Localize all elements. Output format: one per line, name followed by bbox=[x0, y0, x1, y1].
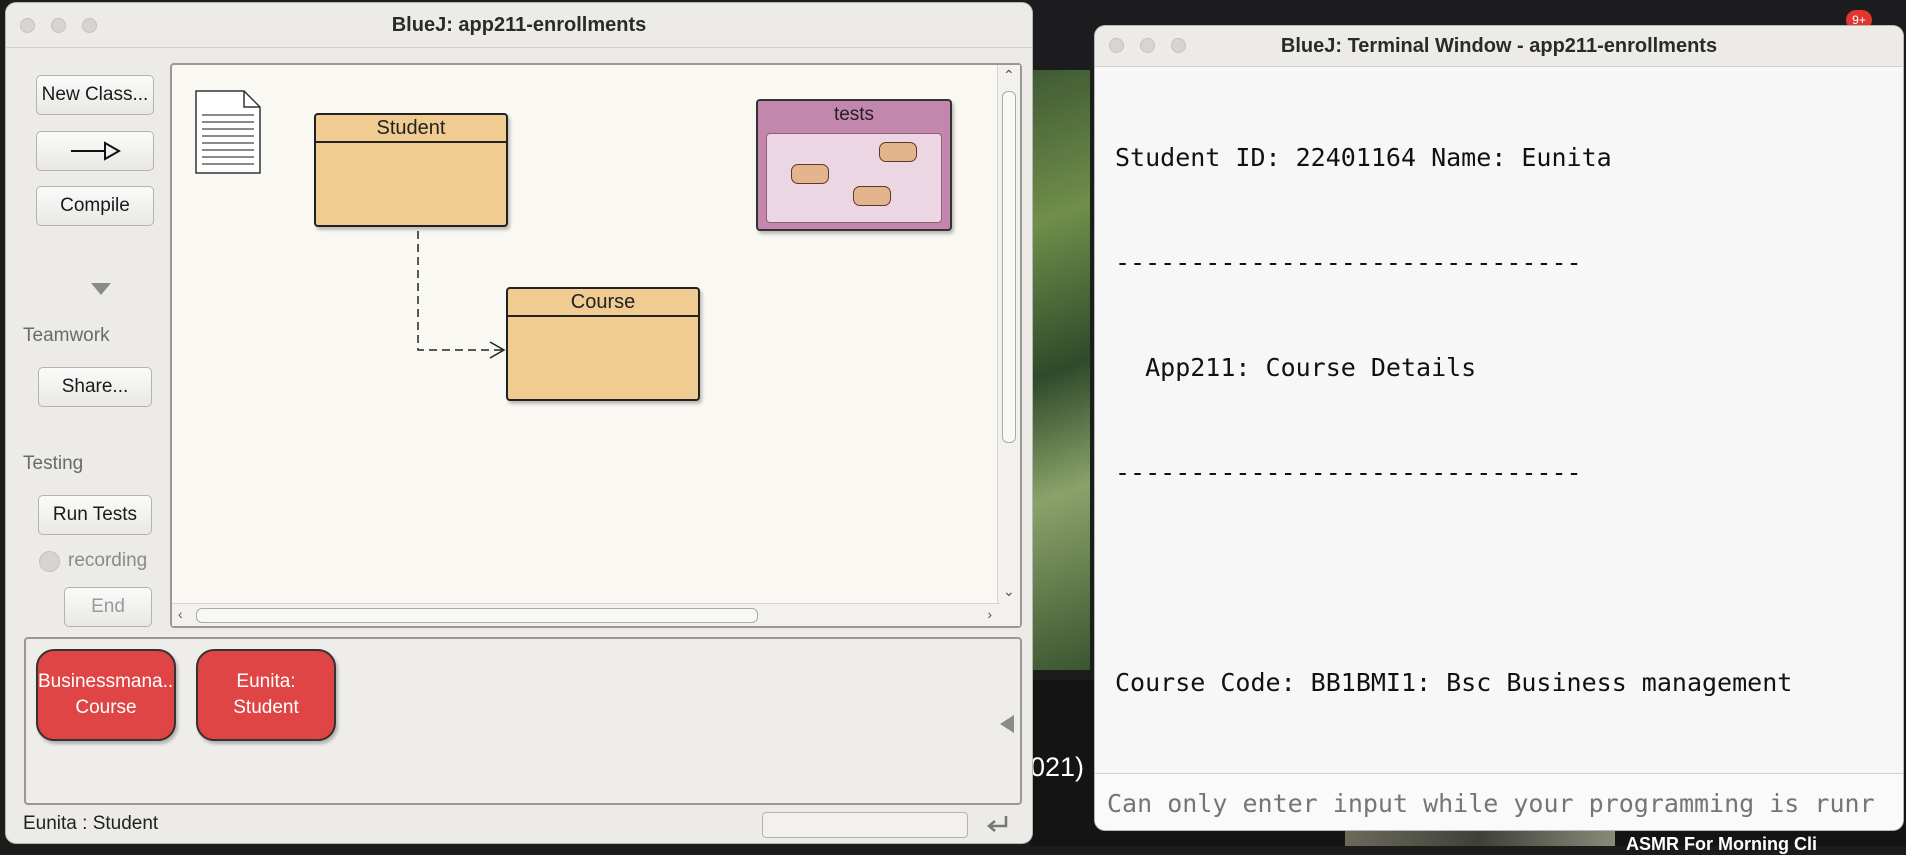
class-course[interactable]: Course bbox=[506, 287, 700, 401]
end-button[interactable]: End bbox=[64, 587, 152, 627]
bench-collapse-icon[interactable] bbox=[1000, 715, 1014, 733]
object-type: Course bbox=[75, 697, 137, 718]
scroll-left-icon[interactable]: ‹ bbox=[178, 606, 183, 622]
status-progress-field bbox=[762, 812, 968, 838]
collapse-triangle-icon[interactable] bbox=[91, 283, 111, 297]
main-titlebar: BlueJ: app211-enrollments bbox=[6, 3, 1032, 48]
object-bench[interactable]: Businessmana... Course Eunita: Student bbox=[24, 637, 1022, 805]
new-class-button[interactable]: New Class... bbox=[36, 75, 154, 115]
status-bar-text: Eunita : Student bbox=[23, 813, 159, 834]
scroll-right-icon[interactable]: › bbox=[987, 606, 992, 622]
package-tests-name: tests bbox=[833, 104, 875, 125]
class-student-name: Student bbox=[316, 115, 506, 143]
horizontal-scroll-thumb[interactable] bbox=[196, 608, 758, 623]
recording-label: recording bbox=[68, 550, 148, 571]
inheritance-arrow-icon bbox=[71, 141, 122, 161]
terminal-output: Student ID: 22401164 Name: Eunita ------… bbox=[1115, 70, 1893, 770]
object-businessmanagement-course[interactable]: Businessmana... Course bbox=[36, 649, 176, 741]
new-arrow-button[interactable] bbox=[36, 131, 154, 171]
terminal-titlebar: BlueJ: Terminal Window - app211-enrollme… bbox=[1095, 26, 1903, 67]
window-title: BlueJ: app211-enrollments bbox=[391, 14, 647, 36]
terminal-input[interactable] bbox=[1105, 784, 1889, 822]
scroll-up-icon[interactable]: ⌃ bbox=[1003, 67, 1015, 84]
run-tests-button[interactable]: Run Tests bbox=[38, 495, 152, 535]
recording-indicator bbox=[39, 551, 60, 572]
package-class-icon bbox=[853, 186, 891, 206]
package-tests-contents bbox=[766, 133, 942, 223]
bluej-main-window: BlueJ: app211-enrollments New Class... C… bbox=[6, 3, 1032, 843]
object-name: Businessmana... bbox=[38, 671, 174, 692]
object-type: Student bbox=[233, 697, 299, 718]
teamwork-label: Teamwork bbox=[23, 325, 110, 346]
package-tests[interactable]: tests bbox=[756, 99, 952, 231]
terminal-line: ------------------------------- bbox=[1115, 248, 1582, 277]
share-button[interactable]: Share... bbox=[38, 367, 152, 407]
testing-label: Testing bbox=[23, 453, 84, 474]
terminal-title: BlueJ: Terminal Window - app211-enrollme… bbox=[1280, 35, 1718, 57]
terminal-line: Student ID: 22401164 Name: Eunita bbox=[1115, 143, 1612, 172]
diagram-horizontal-scrollbar[interactable]: ‹ › bbox=[172, 603, 1000, 626]
vertical-scroll-thumb[interactable] bbox=[1002, 91, 1016, 443]
package-class-icon bbox=[879, 142, 917, 162]
package-class-icon bbox=[791, 164, 829, 184]
background-thumbnail bbox=[1345, 830, 1615, 846]
return-icon[interactable] bbox=[984, 813, 1012, 837]
class-student[interactable]: Student bbox=[314, 113, 508, 227]
terminal-line: App211: Course Details bbox=[1115, 353, 1477, 382]
object-eunita-student[interactable]: Eunita: Student bbox=[196, 649, 336, 741]
terminal-line: ------------------------------- bbox=[1115, 458, 1582, 487]
background-caption: ASMR For Morning Cli bbox=[1626, 834, 1817, 854]
background-video bbox=[1030, 70, 1090, 670]
background-text: 021) bbox=[1030, 752, 1085, 782]
compile-button[interactable]: Compile bbox=[36, 186, 154, 226]
terminal-input-area bbox=[1095, 773, 1903, 830]
terminal-line: Course Code: BB1BMI1: Bsc Business manag… bbox=[1115, 668, 1793, 697]
class-course-name: Course bbox=[508, 289, 698, 317]
class-diagram[interactable]: Student Course tests ⌃ ⌄ ‹ › bbox=[170, 63, 1022, 628]
object-name: Eunita: bbox=[236, 671, 296, 692]
diagram-vertical-scrollbar[interactable]: ⌃ ⌄ bbox=[997, 65, 1020, 626]
terminal-window: BlueJ: Terminal Window - app211-enrollme… bbox=[1095, 26, 1903, 830]
scroll-down-icon[interactable]: ⌄ bbox=[1003, 583, 1015, 600]
